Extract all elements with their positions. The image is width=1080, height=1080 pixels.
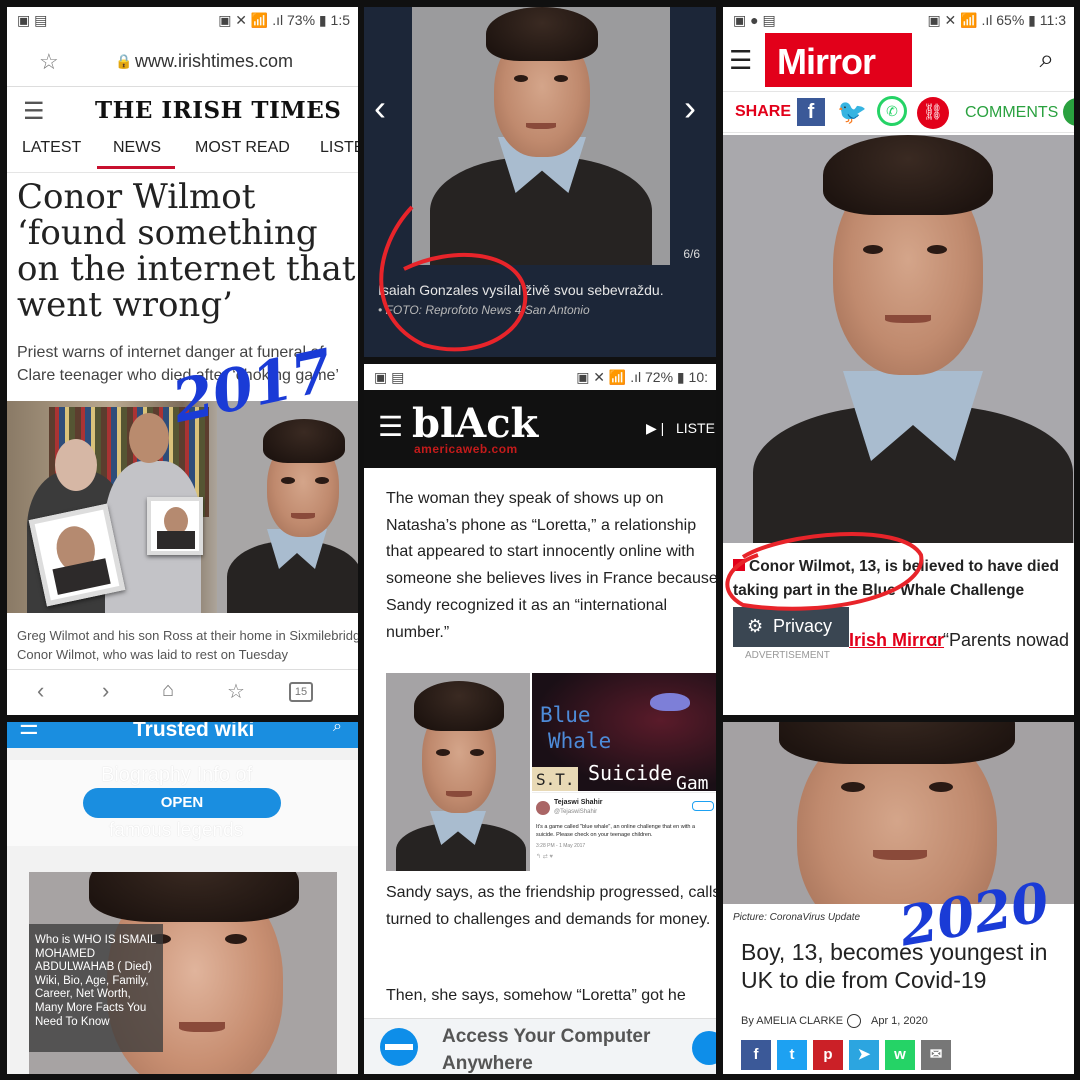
wiki-photo[interactable]: Who is WHO IS ISMAIL MOHAMED ABDULWAHAB … xyxy=(29,872,337,1074)
covid-article-panel: Picture: CoronaVirus Update Boy, 13, bec… xyxy=(723,722,1074,1074)
status-icons-right: ▣ ✕ 📶 .ıl 73% ▮ 1:5 xyxy=(218,12,350,28)
tabs-icon[interactable]: 15 xyxy=(289,682,313,702)
bookmark-star-icon[interactable]: ☆ xyxy=(39,49,59,75)
tweet-follow-button[interactable] xyxy=(692,801,714,811)
site-logo-sub: americaweb.com xyxy=(414,442,518,456)
bookmarks-icon[interactable]: ☆ xyxy=(227,679,245,704)
article-photo-boy[interactable] xyxy=(386,673,530,871)
tab-listen[interactable]: LISTE xyxy=(320,139,358,157)
wiki-header: ☰ Trusted wiki ⌕ xyxy=(7,722,358,748)
address-bar[interactable]: ☆ 🔒 www.irishtimes.com xyxy=(7,37,358,87)
open-button[interactable]: OPEN xyxy=(83,788,281,818)
facebook-share-icon[interactable]: f xyxy=(741,1040,771,1070)
st-label: S.T. xyxy=(536,770,575,789)
teamviewer-ad[interactable]: Access Your Computer Anywhere xyxy=(364,1018,716,1074)
tab-news[interactable]: NEWS xyxy=(113,139,161,157)
site-logo[interactable]: THE IRISH TIMES xyxy=(95,97,341,124)
site-logo[interactable]: blAck xyxy=(412,400,538,447)
blue-whale-title-1: Blue xyxy=(540,703,591,727)
url-text[interactable]: www.irishtimes.com xyxy=(135,51,293,72)
caption-line-2: Conor Wilmot, who was laid to rest on Tu… xyxy=(17,647,288,662)
game-label: Gam xyxy=(676,773,709,791)
status-icons-left: ▣ ▤ xyxy=(374,369,405,385)
site-header: ☰ THE IRISH TIMES xyxy=(7,87,358,135)
open-button-label: OPEN xyxy=(160,794,204,811)
tweet-time: 3:28 PM - 1 May 2017 xyxy=(536,843,586,849)
suicide-label: Suicide xyxy=(588,761,673,785)
status-bar: ▣ ▤ ▣ ✕ 📶 .ıl 72% ▮ 10: xyxy=(364,364,716,390)
caption-line-1: Greg Wilmot and his son Ross at their ho… xyxy=(17,628,358,643)
blue-whale-title-2: Whale xyxy=(548,729,612,753)
listen-label[interactable]: LISTE xyxy=(676,420,715,436)
pinterest-share-icon[interactable]: p xyxy=(813,1040,843,1070)
clock-icon xyxy=(847,1014,861,1028)
ad-title: Access Your Computer Anywhere xyxy=(442,1026,651,1074)
status-icons-left: ▣ ▤ xyxy=(17,12,48,28)
teamviewer-logo-icon xyxy=(380,1028,418,1066)
article-headline[interactable]: Conor Wilmot ‘found something on the int… xyxy=(17,179,358,323)
portrait-inset xyxy=(217,401,358,613)
hamburger-menu-icon[interactable]: ☰ xyxy=(378,410,403,443)
st-label-box: S.T. xyxy=(532,767,578,791)
status-icons-right: ▣ ✕ 📶 .ıl 72% ▮ 10: xyxy=(576,369,708,385)
framed-photo-right xyxy=(147,497,203,555)
overlay-text: Who is WHO IS ISMAIL MOHAMED ABDULWAHAB … xyxy=(35,934,156,1028)
browser-bottom-bar: ‹ › ⌂ ☆ 15 xyxy=(7,669,358,715)
tab-latest[interactable]: LATEST xyxy=(22,139,81,157)
irish-times-panel: ▣ ▤ ▣ ✕ 📶 .ıl 73% ▮ 1:5 ☆ 🔒 www.irishtim… xyxy=(7,7,358,715)
status-bar: ▣ ▤ ▣ ✕ 📶 .ıl 73% ▮ 1:5 xyxy=(7,7,358,33)
article-paragraph-2: Sandy says, as the friendship progressed… xyxy=(386,884,716,928)
ad-banner: Biography Info of OPEN famous legends xyxy=(7,760,358,846)
article-paragraph-3: Then, she says, somehow “Loretta” got he xyxy=(386,987,686,1004)
picture-credit: Picture: CoronaVirus Update xyxy=(733,912,861,923)
wiki-title[interactable]: Trusted wiki xyxy=(133,722,254,742)
search-icon[interactable]: ⌕ xyxy=(333,722,342,736)
telegram-share-icon[interactable]: ➤ xyxy=(849,1040,879,1070)
covid-headline[interactable]: Boy, 13, becomes youngest in UK to die f… xyxy=(741,938,1061,994)
black-america-panel: ▣ ▤ ▣ ✕ 📶 .ıl 72% ▮ 10: ☰ blAck americaw… xyxy=(364,364,716,1074)
son-head xyxy=(129,413,169,463)
black-header: ☰ blAck americaweb.com ▶ | LISTE xyxy=(364,390,716,468)
tweet-text: It's a game called "blue whale", an onli… xyxy=(536,824,696,838)
byline: By AMELIA CLARKE xyxy=(741,1015,844,1027)
nav-tabs: LATEST NEWS MOST READ LISTE xyxy=(7,135,358,173)
czech-gallery-panel: ‹ › 6/6 Isaiah Gonzales vysílal živě svo… xyxy=(364,7,716,357)
ad-open-icon[interactable] xyxy=(692,1031,716,1065)
ghost-text-bottom: famous legends xyxy=(109,820,244,841)
photo-overlay: Who is WHO IS ISMAIL MOHAMED ABDULWAHAB … xyxy=(29,924,163,1052)
home-icon[interactable]: ⌂ xyxy=(162,679,174,702)
play-icon[interactable]: ▶ | xyxy=(646,420,664,437)
email-share-icon[interactable]: ✉ xyxy=(921,1040,951,1070)
hamburger-menu-icon[interactable]: ☰ xyxy=(23,97,45,126)
tweet-handle: @TejaswiShahir xyxy=(554,809,598,815)
ghost-text-top: Biography Info of xyxy=(101,764,253,786)
blue-whale-graphic[interactable]: Blue Whale S.T. Suicide Gam xyxy=(532,673,716,791)
embedded-tweet[interactable]: Tejaswi Shahir @TejaswiShahir It's a gam… xyxy=(532,792,716,871)
red-circle-annotation xyxy=(379,205,528,352)
lock-icon: 🔒 xyxy=(115,53,133,69)
tab-most-read[interactable]: MOST READ xyxy=(195,139,290,157)
forward-icon[interactable]: › xyxy=(102,678,109,704)
red-circle-annotation xyxy=(725,532,924,611)
hamburger-menu-icon[interactable]: ☰ xyxy=(19,722,39,740)
whatsapp-share-icon[interactable]: w xyxy=(885,1040,915,1070)
trusted-wiki-panel: ☰ Trusted wiki ⌕ Biography Info of OPEN … xyxy=(7,722,358,1074)
tweet-avatar xyxy=(536,801,550,815)
tweet-author: Tejaswi Shahir xyxy=(554,799,603,806)
twitter-share-icon[interactable]: t xyxy=(777,1040,807,1070)
share-buttons: f t p ➤ w ✉ xyxy=(741,1040,961,1070)
article-paragraph-1: The woman they speak of shows up on Nata… xyxy=(386,490,716,641)
mirror-panel: ▣ ● ▤ ▣ ✕ 📶 .ıl 65% ▮ 11:3 ☰ Mirror ⌕ SH… xyxy=(723,7,1074,715)
tab-news-underline xyxy=(97,166,175,169)
photo-caption: Greg Wilmot and his son Ross at their ho… xyxy=(17,626,358,664)
father-head xyxy=(55,439,97,491)
whale-icon xyxy=(650,693,690,711)
back-icon[interactable]: ‹ xyxy=(37,678,44,704)
publish-date: Apr 1, 2020 xyxy=(871,1015,928,1027)
tweet-actions: ↰ ⇄ ♥ xyxy=(536,854,553,860)
